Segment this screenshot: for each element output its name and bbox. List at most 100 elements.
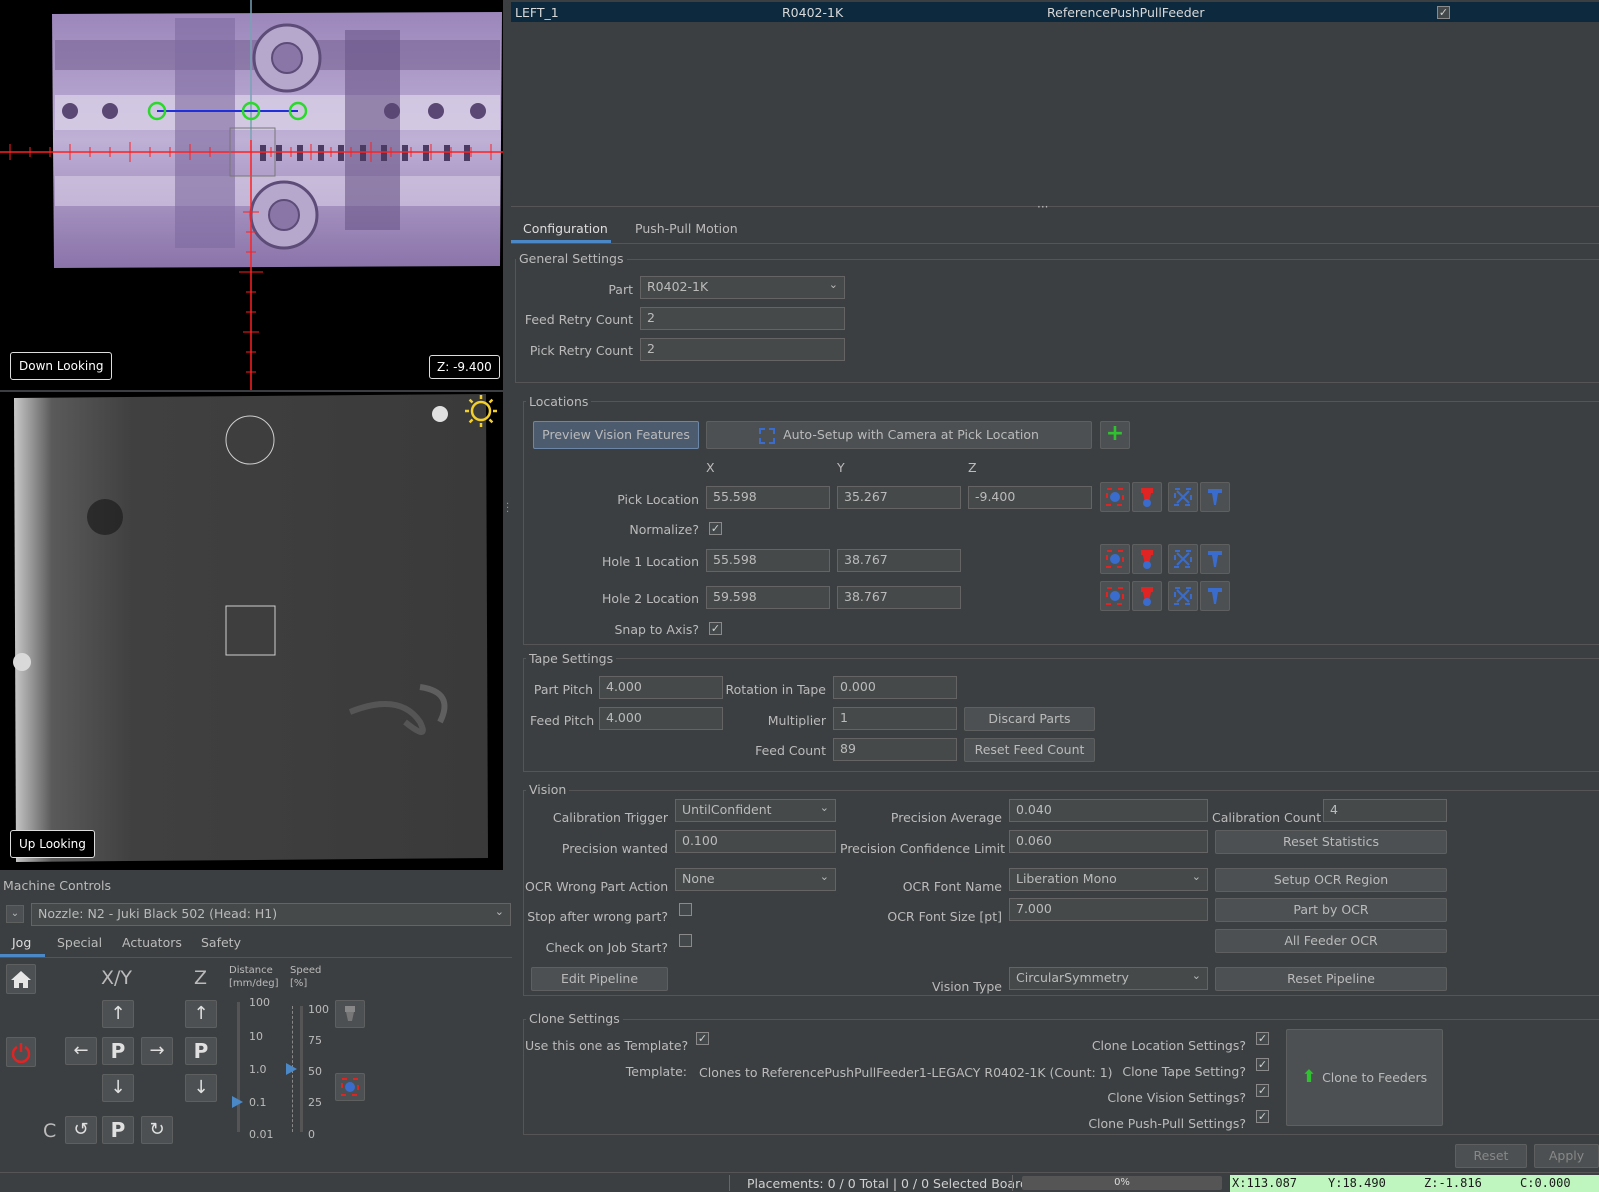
part-by-ocr-button[interactable]: Part by OCR [1215,898,1447,922]
ocr-font-name-select[interactable]: Liberation Mono ⌄ [1009,868,1208,891]
feeder-enabled-checkbox[interactable]: ✓ [1437,6,1450,19]
feed-retry-input[interactable]: 2 [640,307,845,330]
snap-to-axis-checkbox[interactable]: ✓ [709,622,722,635]
jog-z-up-button[interactable]: ↑ [185,1000,217,1028]
down-camera-view[interactable]: Down Looking Z: -9.400 [0,0,503,390]
pick-y-input[interactable]: 35.267 [837,486,961,509]
ocr-font-size-input[interactable]: 7.000 [1009,898,1208,921]
hole1-y-input[interactable]: 38.767 [837,549,961,572]
clone-vision-checkbox[interactable]: ✓ [1256,1084,1269,1097]
hole1-x-input[interactable]: 55.598 [706,549,830,572]
capture-camera-location-button[interactable] [1100,482,1130,512]
pick-z-input[interactable]: -9.400 [968,486,1092,509]
reset-feed-count-button[interactable]: Reset Feed Count [964,738,1095,762]
capture-nozzle-location-button[interactable] [1132,482,1162,512]
hole2-y-input[interactable]: 38.767 [837,586,961,609]
feed-pitch-input[interactable]: 4.000 [599,707,723,730]
home-button[interactable] [6,964,36,994]
move-nozzle-to-location-button[interactable] [1200,544,1230,574]
nozzle-select[interactable]: Nozzle: N2 - Juki Black 502 (Head: H1) ⌄ [31,903,511,926]
discard-parts-button[interactable]: Discard Parts [964,707,1095,731]
power-button[interactable] [6,1037,36,1067]
speed-slider[interactable]: 100 75 50 25 0 [286,1000,336,1141]
part-select[interactable]: R0402-1K ⌄ [640,276,845,299]
edit-pipeline-button[interactable]: Edit Pipeline [531,967,668,991]
all-feeder-ocr-button[interactable]: All Feeder OCR [1215,929,1447,953]
distance-slider-thumb[interactable] [232,1096,243,1108]
stop-after-wrong-part-checkbox[interactable] [679,903,692,916]
pick-x-input[interactable]: 55.598 [706,486,830,509]
dro-display[interactable]: X:113.087 Y:18.490 Z:-1.816 C:0.000 [1230,1175,1599,1192]
feeder-table[interactable]: LEFT_1 R0402-1K ReferencePushPullFeeder … [511,0,1599,207]
move-camera-to-location-button[interactable] [1168,581,1198,611]
check-on-job-start-checkbox[interactable] [679,934,692,947]
placements-status: Placements: 0 / 0 Total | 0 / 0 Selected… [747,1176,1028,1191]
jog-y-up-button[interactable]: ↑ [102,1000,134,1028]
tab-push-pull-motion[interactable]: Push-Pull Motion [635,221,738,236]
tab-actuators[interactable]: Actuators [122,935,182,950]
reset-button[interactable]: Reset [1455,1144,1527,1168]
pick-retry-input[interactable]: 2 [640,338,845,361]
tab-special[interactable]: Special [57,935,102,950]
clone-tape-checkbox[interactable]: ✓ [1256,1058,1269,1071]
distance-slider[interactable]: 100 10 1.0 0.1 0.01 [232,996,292,1141]
clone-to-feeders-button[interactable]: ⬆ Clone to Feeders [1286,1029,1443,1126]
speed-slider-thumb[interactable] [286,1063,297,1075]
park-z-button[interactable]: P [185,1037,217,1065]
jog-z-down-button[interactable]: ↓ [185,1074,217,1102]
tab-safety[interactable]: Safety [201,935,241,950]
ocr-wrong-part-action-select[interactable]: None ⌄ [675,868,836,891]
use-as-template-checkbox[interactable]: ✓ [696,1032,709,1045]
tab-configuration[interactable]: Configuration [523,221,608,236]
move-nozzle-to-location-button[interactable] [1200,482,1230,512]
tab-jog[interactable]: Jog [12,935,31,950]
light-icon[interactable] [464,394,498,428]
park-c-button[interactable]: P [102,1116,134,1144]
rotation-in-tape-input[interactable]: 0.000 [833,676,957,699]
capture-camera-location-button[interactable] [1100,544,1130,574]
setup-ocr-region-button[interactable]: Setup OCR Region [1215,868,1447,892]
clone-location-checkbox[interactable]: ✓ [1256,1032,1269,1045]
capture-nozzle-location-button[interactable] [1132,581,1162,611]
nozzle-tip-button[interactable] [335,1000,365,1028]
auto-setup-button[interactable]: Auto-Setup with Camera at Pick Location [706,421,1092,449]
move-camera-to-location-button[interactable] [1168,544,1198,574]
calibration-count-input[interactable]: 4 [1323,799,1447,822]
rotate-ccw-button[interactable]: ↺ [65,1116,97,1144]
normalize-label: Normalize? [629,522,699,537]
table-resize-handle[interactable]: ··· [1037,200,1048,214]
move-camera-icon [1174,587,1192,605]
move-camera-to-location-button[interactable] [1168,482,1198,512]
rotate-cw-button[interactable]: ↻ [141,1116,173,1144]
camera-capture-icon [1106,587,1124,605]
jog-x-left-button[interactable]: ← [65,1037,97,1065]
calibration-trigger-select[interactable]: UntilConfident ⌄ [675,799,836,822]
normalize-checkbox[interactable]: ✓ [709,522,722,535]
feed-count-input[interactable]: 89 [833,738,957,761]
precision-wanted-input[interactable]: 0.100 [675,830,836,853]
clone-push-pull-checkbox[interactable]: ✓ [1256,1110,1269,1123]
hole2-x-input[interactable]: 59.598 [706,586,830,609]
capture-nozzle-location-button[interactable] [1132,544,1162,574]
nozzle-capture-icon [1141,488,1153,507]
preview-vision-features-button[interactable]: Preview Vision Features [533,421,699,449]
reset-pipeline-button[interactable]: Reset Pipeline [1215,967,1447,991]
move-nozzle-to-location-button[interactable] [1200,581,1230,611]
collapse-toggle-button[interactable]: ⌄ [6,905,24,923]
up-camera-view[interactable]: Up Looking [0,392,503,870]
jog-x-right-button[interactable]: → [141,1037,173,1065]
table-row[interactable]: LEFT_1 R0402-1K ReferencePushPullFeeder … [511,2,1599,22]
precision-average-input[interactable]: 0.040 [1009,799,1208,822]
precision-confidence-input[interactable]: 0.060 [1009,830,1208,853]
part-pitch-input[interactable]: 4.000 [599,676,723,699]
apply-button[interactable]: Apply [1534,1144,1599,1168]
jog-y-down-button[interactable]: ↓ [102,1074,134,1102]
feeder-part-cell: R0402-1K [782,5,844,20]
vision-type-select[interactable]: CircularSymmetry ⌄ [1009,967,1208,990]
park-xy-button[interactable]: P [102,1037,134,1065]
capture-camera-location-button[interactable] [1100,581,1130,611]
reset-statistics-button[interactable]: Reset Statistics [1215,830,1447,854]
multiplier-input[interactable]: 1 [833,707,957,730]
camera-center-button[interactable] [335,1073,365,1101]
add-feeder-button[interactable]: + [1100,421,1130,449]
